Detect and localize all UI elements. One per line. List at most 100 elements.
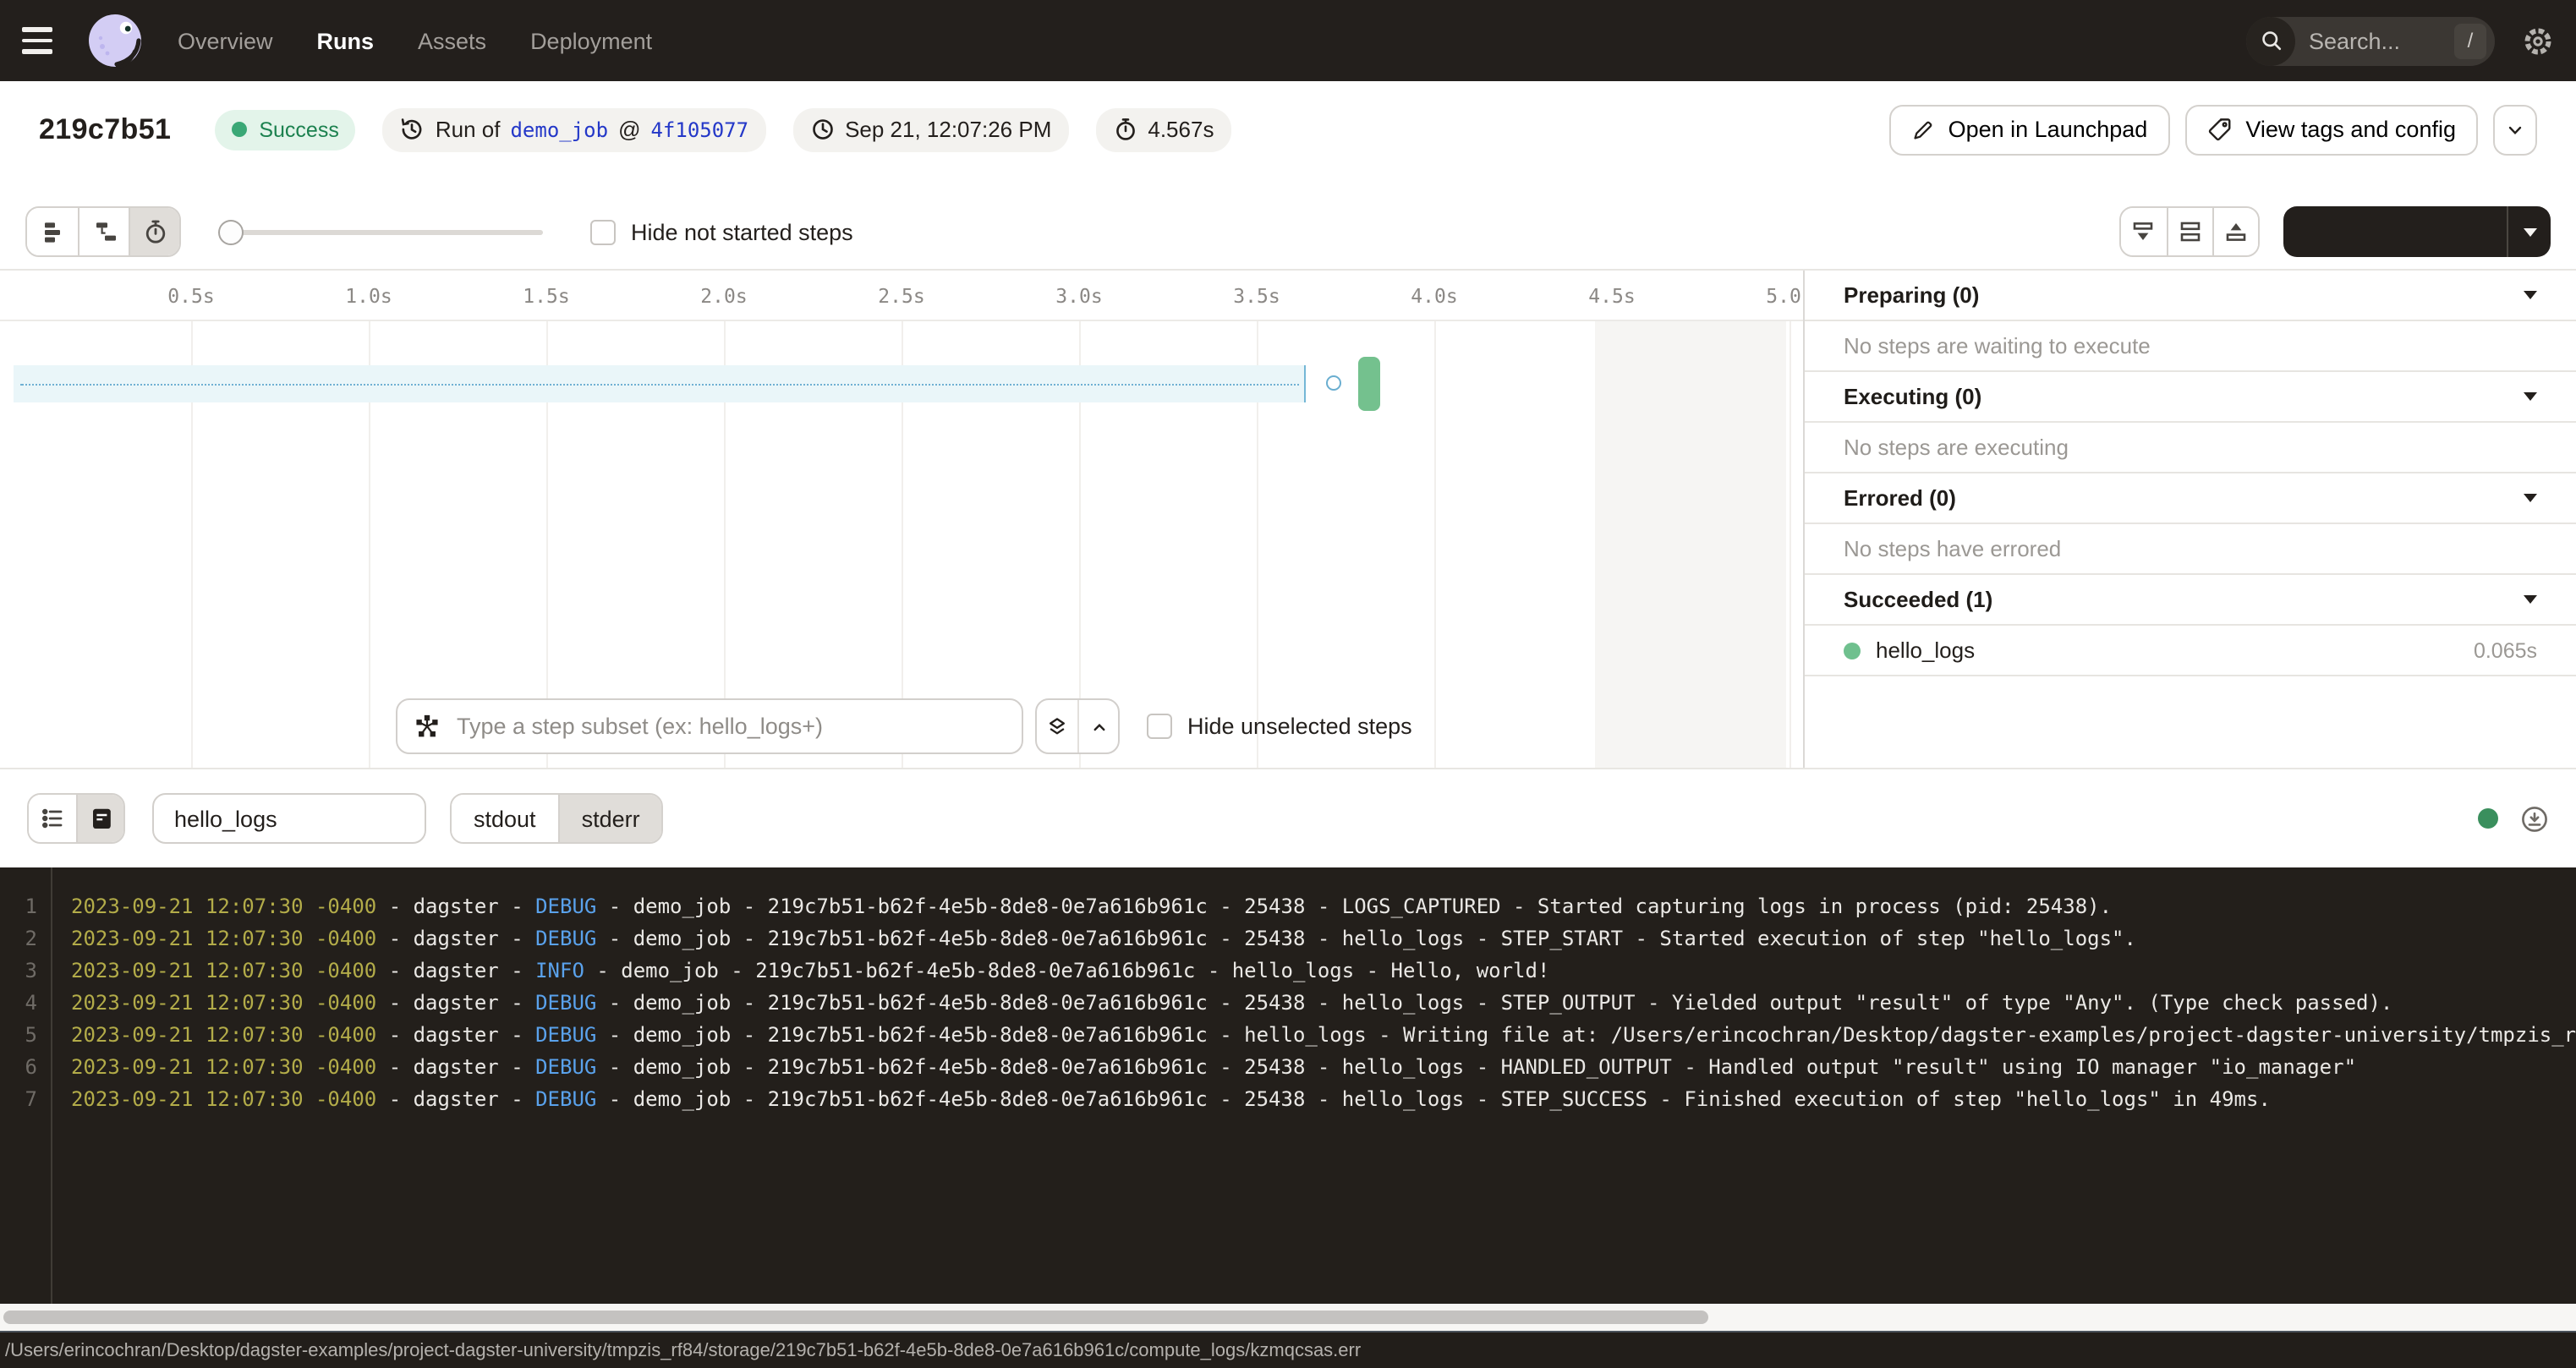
split-view-button[interactable]	[2166, 208, 2212, 255]
panel-section-title: Succeeded (1)	[1844, 587, 1992, 612]
search-input[interactable]: Search... /	[2246, 16, 2495, 65]
log-message: 2023-09-21 12:07:30 -0400 - dagster - IN…	[71, 955, 1549, 988]
zoom-slider-knob[interactable]	[218, 219, 244, 244]
log-line-number: 6	[0, 1052, 37, 1084]
hide-not-started-box[interactable]	[590, 219, 616, 244]
log-horizontal-scrollbar[interactable]	[0, 1304, 2576, 1331]
log-line: 52023-09-21 12:07:30 -0400 - dagster - D…	[0, 1020, 2576, 1052]
log-message: 2023-09-21 12:07:30 -0400 - dagster - DE…	[71, 923, 2136, 955]
log-message: 2023-09-21 12:07:30 -0400 - dagster - DE…	[71, 1020, 2576, 1052]
axis-tick: 3.0s	[1055, 284, 1102, 308]
log-level: DEBUG	[535, 895, 596, 918]
start-time-label: Sep 21, 12:07:26 PM	[845, 117, 1051, 142]
gridline	[1434, 321, 1436, 768]
header-more-actions-button[interactable]	[2493, 104, 2537, 155]
step-waiting-bar	[14, 365, 1307, 402]
log-stream-tabs: stdout stderr	[450, 793, 664, 844]
nav-links: Overview Runs Assets Deployment	[178, 28, 696, 53]
collapse-bottom-button[interactable]	[2120, 208, 2166, 255]
log-level: DEBUG	[535, 991, 596, 1015]
step-subset-input[interactable]	[453, 712, 1005, 741]
zoom-slider	[218, 219, 543, 244]
panel-empty-text: No steps are waiting to execute	[1805, 321, 2576, 372]
start-time-tag: Sep 21, 12:07:26 PM	[792, 107, 1068, 151]
caret-down-icon	[2524, 494, 2537, 502]
settings-gear-icon[interactable]	[2522, 25, 2554, 57]
flat-view-button[interactable]	[27, 208, 78, 255]
hide-unselected-checkbox[interactable]: Hide unselected steps	[1147, 714, 1412, 739]
log-output: 1 2023-09-21 12:07:30 -0400 - dagster - D…	[0, 867, 2576, 1304]
reexecute-all-button[interactable]: Re-execute all (*)	[2283, 206, 2507, 257]
raw-log-view-button[interactable]	[76, 795, 123, 842]
log-line-number: 7	[0, 1084, 37, 1116]
caret-down-icon	[2524, 392, 2537, 401]
menu-icon[interactable]	[22, 27, 64, 54]
duration-label: 4.567s	[1148, 117, 1214, 142]
panel-section-header[interactable]: Errored (0)	[1805, 473, 2576, 524]
nav-link-assets[interactable]: Assets	[418, 28, 486, 53]
panel-step-row[interactable]: hello_logs0.065s	[1805, 626, 2576, 676]
nav-link-overview[interactable]: Overview	[178, 28, 273, 53]
log-line: 42023-09-21 12:07:30 -0400 - dagster - D…	[0, 988, 2576, 1020]
run-of-prefix: Run of	[436, 117, 501, 142]
caret-down-icon	[2524, 291, 2537, 299]
run-of-tag: Run of demo_job @ 4f105077	[383, 107, 765, 151]
collapse-caret-button[interactable]	[1077, 700, 1118, 752]
dag-selector-icon	[414, 714, 440, 739]
log-timestamp: 2023-09-21 12:07:30 -0400	[71, 1087, 376, 1111]
axis-tick: 2.0s	[700, 284, 747, 308]
axis-tick: 0.5s	[167, 284, 214, 308]
tag-icon	[2206, 117, 2232, 142]
step-execution-bar[interactable]	[1358, 357, 1381, 411]
panel-section-title: Executing (0)	[1844, 384, 1981, 409]
hide-not-started-checkbox[interactable]: Hide not started steps	[590, 219, 853, 244]
search-placeholder: Search...	[2309, 28, 2454, 53]
job-name-link[interactable]: demo_job	[510, 118, 608, 141]
step-subset-input-wrap	[396, 698, 1023, 754]
timed-view-button[interactable]	[129, 208, 179, 255]
waterfall-view-button[interactable]	[78, 208, 129, 255]
structured-log-view-button[interactable]	[29, 795, 76, 842]
scrollbar-thumb[interactable]	[3, 1311, 1708, 1324]
panel-empty-text: No steps are executing	[1805, 423, 2576, 473]
caret-down-icon	[2524, 595, 2537, 604]
dagster-logo[interactable]	[86, 12, 144, 69]
nav-link-runs[interactable]: Runs	[317, 28, 375, 53]
panel-section-header[interactable]: Preparing (0)	[1805, 271, 2576, 321]
tab-stdout[interactable]: stdout	[452, 795, 558, 842]
search-shortcut-badge: /	[2454, 23, 2486, 58]
log-message: 2023-09-21 12:07:30 -0400 - dagster - DE…	[71, 1052, 2356, 1084]
log-timestamp: 2023-09-21 12:07:30 -0400	[71, 927, 376, 950]
axis-tick: 1.0s	[345, 284, 392, 308]
stopwatch-icon	[1112, 117, 1137, 142]
log-message: 2023-09-21 12:07:30 -0400 - dagster - DE…	[71, 1084, 2271, 1116]
run-header: 219c7b51 Success Run of demo_job @ 4f105…	[0, 81, 2576, 178]
log-line-number: 2	[0, 923, 37, 955]
log-level: INFO	[535, 959, 584, 982]
axis-tick: 5.0s	[1766, 284, 1805, 308]
open-in-launchpad-button[interactable]: Open in Launchpad	[1889, 104, 2170, 155]
hide-unselected-box[interactable]	[1147, 714, 1172, 739]
axis-tick: 4.5s	[1588, 284, 1635, 308]
log-line-number: 1	[0, 891, 37, 923]
log-message: 2023-09-21 12:07:30 -0400 - dagster - DE…	[71, 891, 2112, 923]
tab-stderr[interactable]: stderr	[558, 795, 662, 842]
axis-tick: 4.0s	[1411, 284, 1457, 308]
step-duration: 0.065s	[2474, 638, 2537, 662]
log-timestamp: 2023-09-21 12:07:30 -0400	[71, 1023, 376, 1047]
panel-section-header[interactable]: Succeeded (1)	[1805, 575, 2576, 626]
nav-link-deployment[interactable]: Deployment	[530, 28, 652, 53]
axis-tick: 2.5s	[878, 284, 924, 308]
snapshot-link[interactable]: 4f105077	[650, 118, 748, 141]
panel-section-header[interactable]: Executing (0)	[1805, 372, 2576, 423]
zoom-slider-track[interactable]	[218, 229, 543, 234]
reexecute-dropdown-button[interactable]	[2507, 206, 2551, 257]
download-logs-icon[interactable]	[2520, 804, 2549, 833]
collapse-top-button[interactable]	[2212, 208, 2257, 255]
log-line: 7 2023-09-21 12:07:30 -0400 - dagster - D…	[0, 1084, 2576, 1116]
panel-section-title: Preparing (0)	[1844, 282, 1979, 308]
log-line-number: 4	[0, 988, 37, 1020]
view-tags-config-button[interactable]: View tags and config	[2184, 104, 2478, 155]
graph-layers-button[interactable]	[1037, 700, 1077, 752]
log-step-filter-input[interactable]	[152, 793, 426, 844]
